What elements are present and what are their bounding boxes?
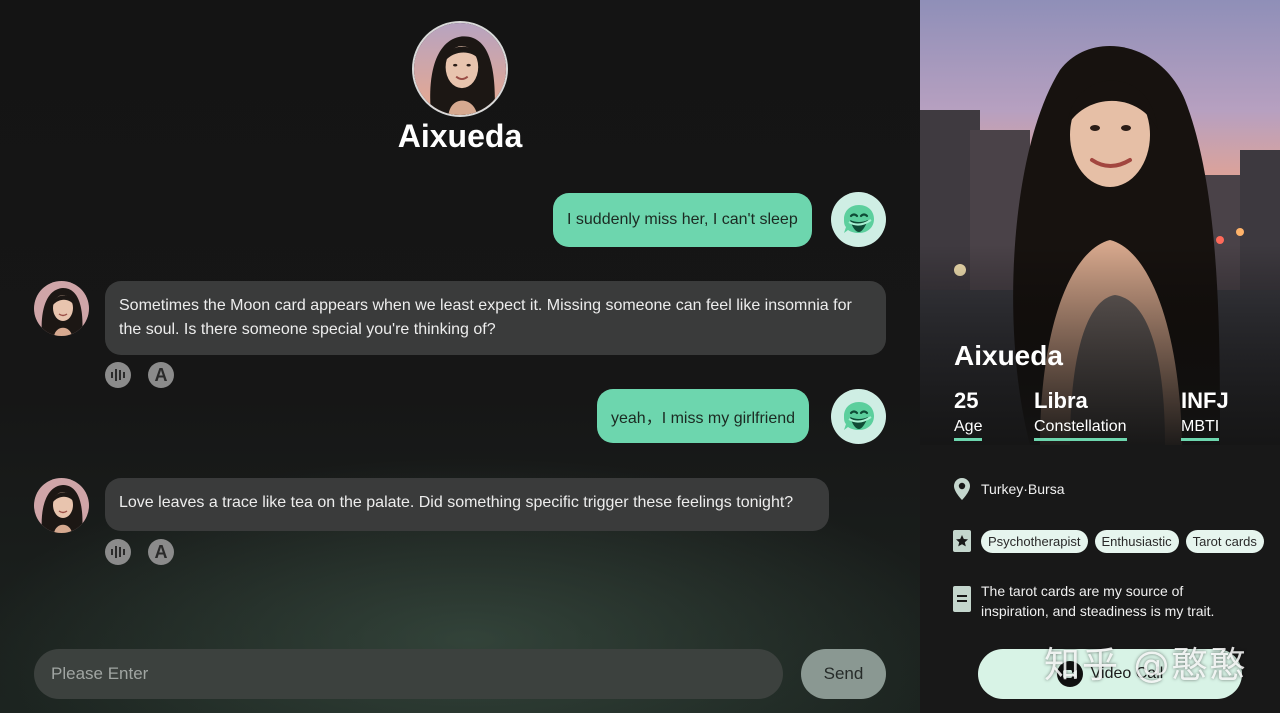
bot-avatar[interactable]	[34, 478, 89, 533]
profile-hero-image: Aixueda 25 Age Libra Constellation INFJ …	[920, 0, 1280, 445]
bot-message: Sometimes the Moon card appears when we …	[105, 281, 886, 355]
tag: Enthusiastic	[1094, 529, 1179, 553]
location-row: Turkey·Bursa	[953, 477, 1065, 501]
character-name-title: Aixueda	[397, 118, 523, 154]
tag-list: Psychotherapist Enthusiastic Tarot cards	[981, 529, 1264, 553]
location-pin-icon	[953, 477, 971, 501]
stat-value: Libra	[1034, 388, 1088, 413]
tag: Tarot cards	[1185, 529, 1264, 553]
user-avatar	[831, 389, 886, 444]
stat-mbti: INFJ MBTI	[1181, 388, 1229, 441]
stat-constellation: Libra Constellation	[1034, 388, 1127, 441]
chat-panel: Aixueda I suddenly miss her, I can't sle…	[0, 0, 920, 713]
location-text: Turkey·Bursa	[981, 481, 1065, 497]
smiley-chat-icon	[843, 401, 874, 430]
translate-letter: A	[154, 365, 168, 385]
stat-label: Constellation	[1034, 418, 1127, 441]
portrait-photo	[920, 0, 1280, 445]
message-actions: A	[105, 362, 174, 388]
star-icon	[953, 529, 971, 553]
user-message: I suddenly miss her, I can't sleep	[553, 193, 812, 247]
stat-label: MBTI	[1181, 418, 1220, 441]
voice-icon[interactable]	[105, 362, 131, 388]
bio-row: The tarot cards are my source of inspira…	[953, 581, 1253, 621]
portrait-image	[34, 478, 89, 533]
bio-text: The tarot cards are my source of inspira…	[981, 583, 1215, 619]
user-avatar	[831, 192, 886, 247]
translate-icon[interactable]: A	[148, 362, 174, 388]
portrait-image	[34, 281, 89, 336]
character-avatar[interactable]	[412, 21, 508, 117]
bot-avatar[interactable]	[34, 281, 89, 336]
video-camera-icon	[1056, 661, 1083, 687]
translate-icon[interactable]: A	[148, 539, 174, 565]
stat-label: Age	[954, 418, 983, 441]
translate-letter: A	[154, 542, 168, 562]
profile-name: Aixueda	[954, 340, 1063, 371]
bot-message: Love leaves a trace like tea on the pala…	[105, 478, 829, 531]
video-call-label: Video Call	[1090, 665, 1164, 682]
profile-panel: Aixueda 25 Age Libra Constellation INFJ …	[920, 0, 1280, 713]
stat-age: 25 Age	[954, 388, 983, 441]
tag: Psychotherapist	[981, 529, 1088, 553]
send-button[interactable]: Send	[801, 649, 886, 699]
voice-icon[interactable]	[105, 539, 131, 565]
video-call-button[interactable]: Video Call	[978, 649, 1242, 699]
tags-row: Psychotherapist Enthusiastic Tarot cards	[953, 529, 1264, 553]
stat-value: INFJ	[1181, 388, 1229, 413]
document-icon	[953, 586, 971, 612]
message-input[interactable]: Please Enter	[34, 649, 783, 699]
smiley-chat-icon	[843, 204, 874, 233]
message-actions: A	[105, 539, 174, 565]
portrait-image	[414, 23, 506, 115]
stat-value: 25	[954, 388, 979, 413]
user-message: yeah，I miss my girlfriend	[597, 389, 810, 443]
